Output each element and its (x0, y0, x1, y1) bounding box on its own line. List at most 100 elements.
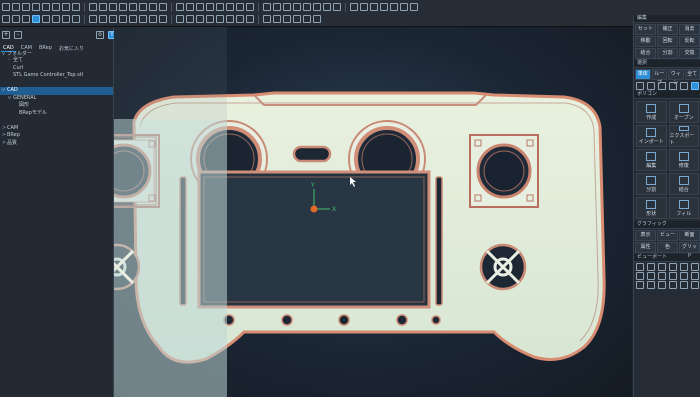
cursor-icon[interactable] (390, 3, 398, 11)
viewport-tool-icon[interactable] (691, 263, 699, 271)
corner-icon[interactable] (313, 15, 321, 23)
viewport-tool-icon[interactable] (669, 281, 677, 289)
view-icon[interactable] (99, 3, 107, 11)
tab-brep[interactable]: BRep (37, 45, 54, 52)
view-icon[interactable] (236, 3, 244, 11)
select-tool-icon[interactable] (680, 82, 688, 90)
view-icon[interactable] (206, 15, 214, 23)
measure-icon[interactable] (176, 3, 184, 11)
panel-button[interactable]: 修復 (668, 149, 699, 171)
viewport-tool-icon[interactable] (691, 272, 699, 280)
section-edit-title[interactable]: 編集 (634, 15, 700, 23)
view-icon[interactable] (196, 15, 204, 23)
viewport-tool-icon[interactable] (658, 281, 666, 289)
viewport-tool-icon[interactable] (669, 272, 677, 280)
view-icon[interactable] (226, 3, 234, 11)
tree-item[interactable]: BRepモデル (0, 110, 113, 118)
view-icon[interactable] (263, 3, 271, 11)
panel-button[interactable]: ウィン (668, 69, 684, 86)
display-icon[interactable] (12, 15, 20, 23)
view-icon[interactable] (129, 15, 137, 23)
panel-button[interactable]: 編集 (636, 149, 667, 171)
render-icon[interactable] (370, 3, 378, 11)
panel-button[interactable]: 分割 (636, 173, 667, 195)
tree-item[interactable]: - 全て (0, 57, 113, 65)
panel-button[interactable]: フィル (668, 197, 699, 219)
corner-icon[interactable] (236, 15, 244, 23)
snap-icon[interactable] (149, 3, 157, 11)
select-tool-icon[interactable] (647, 82, 655, 90)
select-tool-icon[interactable] (691, 82, 699, 90)
text-icon[interactable] (380, 3, 388, 11)
panel-button[interactable]: 分割 (657, 48, 678, 59)
panel-button[interactable]: 結合 (668, 173, 699, 195)
viewport-tool-icon[interactable] (636, 263, 644, 271)
corner-icon[interactable] (216, 15, 224, 23)
measure-icon[interactable] (333, 3, 341, 11)
viewport-tool-icon[interactable] (658, 263, 666, 271)
fit-icon[interactable] (89, 3, 97, 11)
panel-button[interactable]: 補正 (657, 24, 678, 35)
corner-icon[interactable] (263, 15, 271, 23)
redo-icon[interactable] (119, 3, 127, 11)
panel-button[interactable]: 移動 (635, 36, 656, 47)
cube-icon[interactable] (62, 3, 70, 11)
panel-button[interactable]: ビュー (657, 230, 678, 241)
panel-button[interactable]: 消去 (679, 24, 700, 35)
corner-icon[interactable] (226, 15, 234, 23)
target-icon[interactable] (323, 3, 331, 11)
view-icon[interactable] (206, 3, 214, 11)
arrow-icon[interactable] (400, 3, 408, 11)
viewport-tool-icon[interactable] (669, 263, 677, 271)
corner-icon[interactable] (303, 15, 311, 23)
3d-viewport[interactable]: X Y (114, 27, 632, 397)
view-icon[interactable] (196, 3, 204, 11)
panel-button[interactable]: ループ (651, 69, 667, 86)
panel-button[interactable]: 反転 (679, 36, 700, 47)
panel-button[interactable]: セット (635, 24, 656, 35)
view-icon[interactable] (176, 15, 184, 23)
zoom-icon[interactable] (72, 3, 80, 11)
tree-item[interactable]: STL Game Controller_Top.stl (0, 72, 113, 80)
view-icon[interactable] (109, 15, 117, 23)
panel-button[interactable]: 形状 (636, 197, 667, 219)
power-icon[interactable] (129, 3, 137, 11)
panel-button[interactable]: 色 (657, 242, 678, 253)
select-tool-icon[interactable] (658, 82, 666, 90)
view-icon[interactable] (99, 15, 107, 23)
viewport-tool-icon[interactable] (647, 263, 655, 271)
panel-button[interactable]: 回転 (657, 36, 678, 47)
tree-item[interactable]: Curl (0, 65, 113, 73)
panel-button[interactable]: 結合 (635, 48, 656, 59)
corner-icon[interactable] (246, 15, 254, 23)
viewport-tool-icon[interactable] (636, 281, 644, 289)
panel-button[interactable]: 単体 (635, 69, 651, 80)
view-icon[interactable] (139, 15, 147, 23)
select-tool-icon[interactable] (636, 82, 644, 90)
corner-icon[interactable] (273, 15, 281, 23)
add-icon[interactable]: + (2, 31, 10, 39)
search-icon[interactable]: o (96, 31, 104, 39)
viewport-tool-icon[interactable] (680, 281, 688, 289)
viewport-tool-icon[interactable] (691, 281, 699, 289)
tree-item[interactable]: v GENERAL (0, 95, 113, 103)
solid-icon[interactable] (32, 15, 40, 23)
settings-icon[interactable] (2, 15, 10, 23)
cube-icon[interactable] (42, 3, 50, 11)
view-icon[interactable] (159, 15, 167, 23)
cube-icon[interactable] (52, 3, 60, 11)
view-icon[interactable] (216, 3, 224, 11)
tree-item[interactable]: >CAM (0, 125, 113, 133)
tab-favorites[interactable]: お気に入り (57, 45, 86, 52)
viewport-tool-icon[interactable] (658, 272, 666, 280)
cube-icon[interactable] (32, 3, 40, 11)
viewport-tool-icon[interactable] (647, 272, 655, 280)
tree-item[interactable]: 図形 (0, 102, 113, 110)
collapse-icon[interactable]: - (14, 31, 22, 39)
tree-item[interactable]: >品質 (0, 140, 113, 148)
viewport-tool-icon[interactable] (636, 272, 644, 280)
corner-icon[interactable] (293, 15, 301, 23)
wire-icon[interactable] (22, 15, 30, 23)
shade-icon[interactable] (42, 15, 50, 23)
view-icon[interactable] (72, 15, 80, 23)
